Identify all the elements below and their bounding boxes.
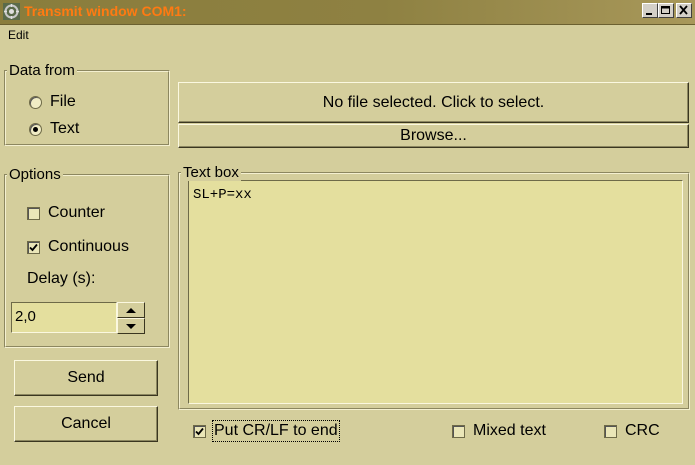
app-icon — [3, 3, 20, 20]
continuous-checkbox-box[interactable] — [27, 240, 40, 254]
browse-label: Browse... — [400, 127, 467, 144]
mixed-text-label: Mixed text — [473, 422, 546, 439]
crc-label: CRC — [625, 422, 660, 439]
send-label: Send — [67, 369, 105, 386]
mixed-text-checkbox-box[interactable] — [452, 424, 465, 438]
check-mark-icon — [29, 243, 38, 251]
radio-file-button[interactable] — [29, 95, 42, 109]
radio-text[interactable]: Text — [29, 120, 79, 138]
crlf-checkbox-box[interactable] — [193, 424, 206, 438]
minimize-button[interactable] — [642, 3, 658, 18]
delay-increment-button[interactable] — [117, 302, 145, 318]
options-label: Options — [7, 166, 63, 183]
file-status-text: No file selected. Click to select. — [322, 93, 545, 111]
data-from-group: Data from File Text — [4, 62, 170, 146]
mixed-text-checkbox[interactable]: Mixed text — [452, 422, 546, 440]
menu-bar: Edit — [0, 25, 695, 45]
title-bar[interactable]: Transmit window COM1: — [0, 0, 695, 25]
radio-file-label: File — [50, 93, 76, 110]
check-mark-icon — [195, 427, 204, 435]
close-button[interactable] — [676, 3, 692, 18]
counter-checkbox[interactable]: Counter — [27, 204, 105, 222]
continuous-checkbox[interactable]: Continuous — [27, 238, 129, 256]
crc-checkbox-box[interactable] — [604, 424, 617, 438]
radio-file[interactable]: File — [29, 93, 76, 111]
counter-label: Counter — [48, 204, 105, 221]
cancel-label: Cancel — [61, 415, 111, 432]
menu-edit[interactable]: Edit — [8, 28, 29, 42]
delay-decrement-button[interactable] — [117, 318, 145, 334]
delay-label-row: Delay (s): — [27, 270, 95, 288]
browse-button[interactable]: Browse... — [178, 124, 689, 148]
continuous-label: Continuous — [48, 238, 129, 255]
delay-input[interactable]: 2,0 — [11, 302, 117, 333]
text-box-input[interactable]: SL+P=xx — [188, 180, 683, 404]
text-box-label: Text box — [181, 164, 241, 181]
window-title: Transmit window COM1: — [24, 3, 187, 19]
crlf-checkbox[interactable]: Put CR/LF to end — [193, 420, 340, 442]
data-from-label: Data from — [7, 62, 77, 79]
maximize-icon — [661, 6, 670, 14]
close-icon — [679, 5, 688, 15]
crlf-label: Put CR/LF to end — [212, 420, 340, 442]
send-button[interactable]: Send — [14, 360, 158, 396]
file-select-button[interactable]: No file selected. Click to select. — [178, 82, 689, 123]
transmit-window: Transmit window COM1: Edit Data from Fil… — [0, 0, 695, 465]
maximize-button[interactable] — [658, 3, 674, 18]
arrow-down-icon — [126, 323, 136, 329]
radio-text-label: Text — [50, 120, 80, 137]
counter-checkbox-box[interactable] — [27, 206, 40, 220]
cancel-button[interactable]: Cancel — [14, 406, 158, 442]
arrow-up-icon — [126, 307, 136, 313]
minimize-icon — [646, 13, 652, 15]
radio-text-button[interactable] — [29, 122, 42, 136]
crc-checkbox[interactable]: CRC — [604, 422, 660, 440]
delay-label: Delay (s): — [27, 270, 96, 287]
